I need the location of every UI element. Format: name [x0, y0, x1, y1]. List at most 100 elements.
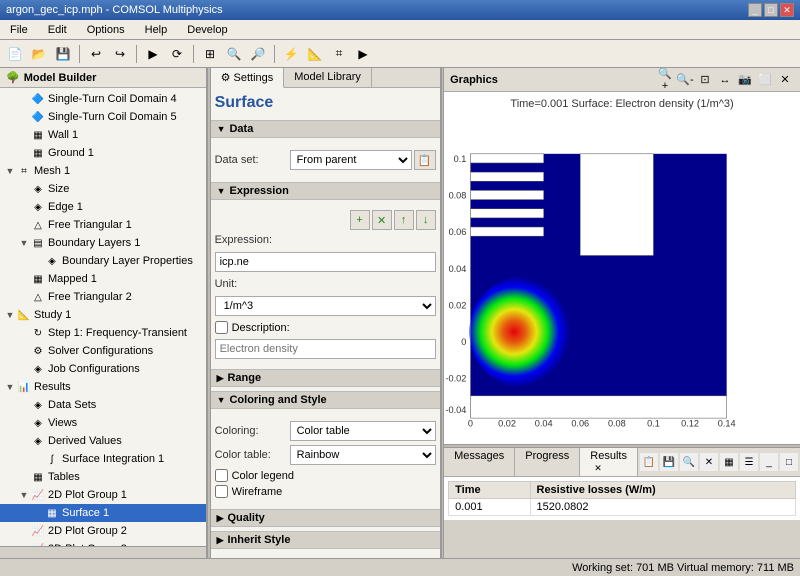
- bottom-btn-4[interactable]: ✕: [700, 453, 718, 471]
- coloring-select[interactable]: Color table: [290, 421, 436, 441]
- tree-expand-icon[interactable]: [18, 345, 30, 357]
- window-g-btn[interactable]: ⬜: [756, 71, 774, 89]
- section-quality[interactable]: ▶ Quality: [211, 509, 440, 527]
- tree-item-derived-values[interactable]: ◈Derived Values: [0, 432, 206, 450]
- zoom-in-button[interactable]: 🔍: [223, 43, 245, 65]
- tree-expand-icon[interactable]: [18, 399, 30, 411]
- tree-item-step-1[interactable]: ↻Step 1: Frequency-Transient: [0, 324, 206, 342]
- bottom-btn-2[interactable]: 💾: [660, 453, 678, 471]
- zoom-out-button[interactable]: 🔎: [247, 43, 269, 65]
- tree-expand-icon[interactable]: [18, 129, 30, 141]
- expr-del-btn[interactable]: ✕: [372, 210, 392, 230]
- tree-expand-icon[interactable]: [18, 93, 30, 105]
- tree-expand-icon[interactable]: [18, 327, 30, 339]
- tree-expand-icon[interactable]: ▼: [4, 309, 16, 321]
- add-physics-button[interactable]: ⚡: [280, 43, 302, 65]
- results-tab-close[interactable]: ✕: [594, 463, 602, 473]
- tree-expand-icon[interactable]: [18, 291, 30, 303]
- tree-expand-icon[interactable]: [18, 417, 30, 429]
- tree-item-mapped-1[interactable]: ▦Mapped 1: [0, 270, 206, 288]
- tree-item-mesh-1[interactable]: ▼⌗Mesh 1: [0, 162, 206, 180]
- tree-expand-icon[interactable]: [18, 435, 30, 447]
- tree-item-free-tri-2[interactable]: △Free Triangular 2: [0, 288, 206, 306]
- section-coloring[interactable]: ▼ Coloring and Style: [211, 391, 440, 409]
- update-button[interactable]: ⟳: [166, 43, 188, 65]
- bottom-btn-3[interactable]: 🔍: [680, 453, 698, 471]
- section-inherit[interactable]: ▶ Inherit Style: [211, 531, 440, 549]
- expr-input[interactable]: [215, 252, 436, 272]
- wireframe-checkbox[interactable]: [215, 485, 228, 498]
- tree-item-tables[interactable]: ▦Tables: [0, 468, 206, 486]
- tree-item-boundary-layers[interactable]: ▼▤Boundary Layers 1: [0, 234, 206, 252]
- tab-progress[interactable]: Progress: [515, 448, 580, 476]
- tree-expand-icon[interactable]: [32, 255, 44, 267]
- dataset-btn[interactable]: 📋: [414, 150, 436, 170]
- left-panel-scrollbar[interactable]: [0, 546, 206, 558]
- section-data[interactable]: ▼ Data: [211, 120, 440, 138]
- tree-expand-icon[interactable]: [18, 111, 30, 123]
- tree-item-free-tri-1[interactable]: △Free Triangular 1: [0, 216, 206, 234]
- tree-expand-icon[interactable]: [18, 525, 30, 537]
- zoom-out-g-btn[interactable]: 🔍-: [676, 71, 694, 89]
- tree-expand-icon[interactable]: [18, 219, 30, 231]
- tree-item-2d-plot-2[interactable]: 📈2D Plot Group 2: [0, 522, 206, 540]
- run-study-button[interactable]: ▶: [352, 43, 374, 65]
- bottom-btn-5[interactable]: ▦: [720, 453, 738, 471]
- bottom-btn-6[interactable]: ☰: [740, 453, 758, 471]
- tree-item-results[interactable]: ▼📊Results: [0, 378, 206, 396]
- tree-expand-icon[interactable]: ▼: [18, 489, 30, 501]
- menu-help[interactable]: Help: [139, 23, 174, 37]
- tab-results[interactable]: Results ✕: [580, 448, 638, 476]
- compute-button[interactable]: ▶: [142, 43, 164, 65]
- export-g-btn[interactable]: 📷: [736, 71, 754, 89]
- section-range[interactable]: ▶ Range: [211, 369, 440, 387]
- tree-expand-icon[interactable]: [18, 183, 30, 195]
- tab-settings[interactable]: ⚙ Settings: [211, 68, 285, 88]
- tab-model-library[interactable]: Model Library: [284, 68, 372, 87]
- zoom-fit-g-btn[interactable]: ⊡: [696, 71, 714, 89]
- new-button[interactable]: 📄: [4, 43, 26, 65]
- undo-button[interactable]: ↩: [85, 43, 107, 65]
- tree-item-wall-1[interactable]: ▦Wall 1: [0, 126, 206, 144]
- save-button[interactable]: 💾: [52, 43, 74, 65]
- zoom-fit-button[interactable]: ⊞: [199, 43, 221, 65]
- tree-item-size[interactable]: ◈Size: [0, 180, 206, 198]
- tree-expand-icon[interactable]: [32, 507, 44, 519]
- tree-item-solver-config[interactable]: ⚙Solver Configurations: [0, 342, 206, 360]
- tree-item-views[interactable]: ◈Views: [0, 414, 206, 432]
- tab-messages[interactable]: Messages: [444, 448, 515, 476]
- tree-item-edge-1[interactable]: ◈Edge 1: [0, 198, 206, 216]
- add-study-button[interactable]: 📐: [304, 43, 326, 65]
- menu-develop[interactable]: Develop: [181, 23, 233, 37]
- unit-select[interactable]: 1/m^3: [215, 296, 436, 316]
- bottom-minimize[interactable]: _: [760, 453, 778, 471]
- color-legend-checkbox[interactable]: [215, 469, 228, 482]
- expr-up-btn[interactable]: ↑: [394, 210, 414, 230]
- minimize-button[interactable]: _: [748, 3, 762, 17]
- tree-item-single-turn-2[interactable]: 🔷Single-Turn Coil Domain 5: [0, 108, 206, 126]
- tree-item-surface-1[interactable]: ▦Surface 1: [0, 504, 206, 522]
- tree-item-2d-plot-1[interactable]: ▼📈2D Plot Group 1: [0, 486, 206, 504]
- zoom-in-g-btn[interactable]: 🔍+: [656, 71, 674, 89]
- bottom-btn-1[interactable]: 📋: [640, 453, 658, 471]
- open-button[interactable]: 📂: [28, 43, 50, 65]
- tree-expand-icon[interactable]: [18, 273, 30, 285]
- section-expression[interactable]: ▼ Expression: [211, 182, 440, 200]
- expr-add-btn[interactable]: +: [350, 210, 370, 230]
- close-g-btn[interactable]: ✕: [776, 71, 794, 89]
- tree-item-surface-int-1[interactable]: ∫Surface Integration 1: [0, 450, 206, 468]
- tree-item-single-turn-1[interactable]: 🔷Single-Turn Coil Domain 4: [0, 90, 206, 108]
- bottom-maximize[interactable]: □: [780, 453, 798, 471]
- tree-expand-icon[interactable]: [32, 453, 44, 465]
- tree-expand-icon[interactable]: [18, 147, 30, 159]
- tree-expand-icon[interactable]: ▼: [18, 237, 30, 249]
- tree-item-bl-props[interactable]: ◈Boundary Layer Properties: [0, 252, 206, 270]
- menu-edit[interactable]: Edit: [42, 23, 73, 37]
- tree-expand-icon[interactable]: [18, 471, 30, 483]
- expr-down-btn[interactable]: ↓: [416, 210, 436, 230]
- dataset-select[interactable]: From parent: [290, 150, 412, 170]
- model-tree[interactable]: 🔷Single-Turn Coil Domain 4🔷Single-Turn C…: [0, 88, 206, 546]
- tree-item-data-sets[interactable]: ◈Data Sets: [0, 396, 206, 414]
- menu-options[interactable]: Options: [81, 23, 131, 37]
- tree-expand-icon[interactable]: [18, 201, 30, 213]
